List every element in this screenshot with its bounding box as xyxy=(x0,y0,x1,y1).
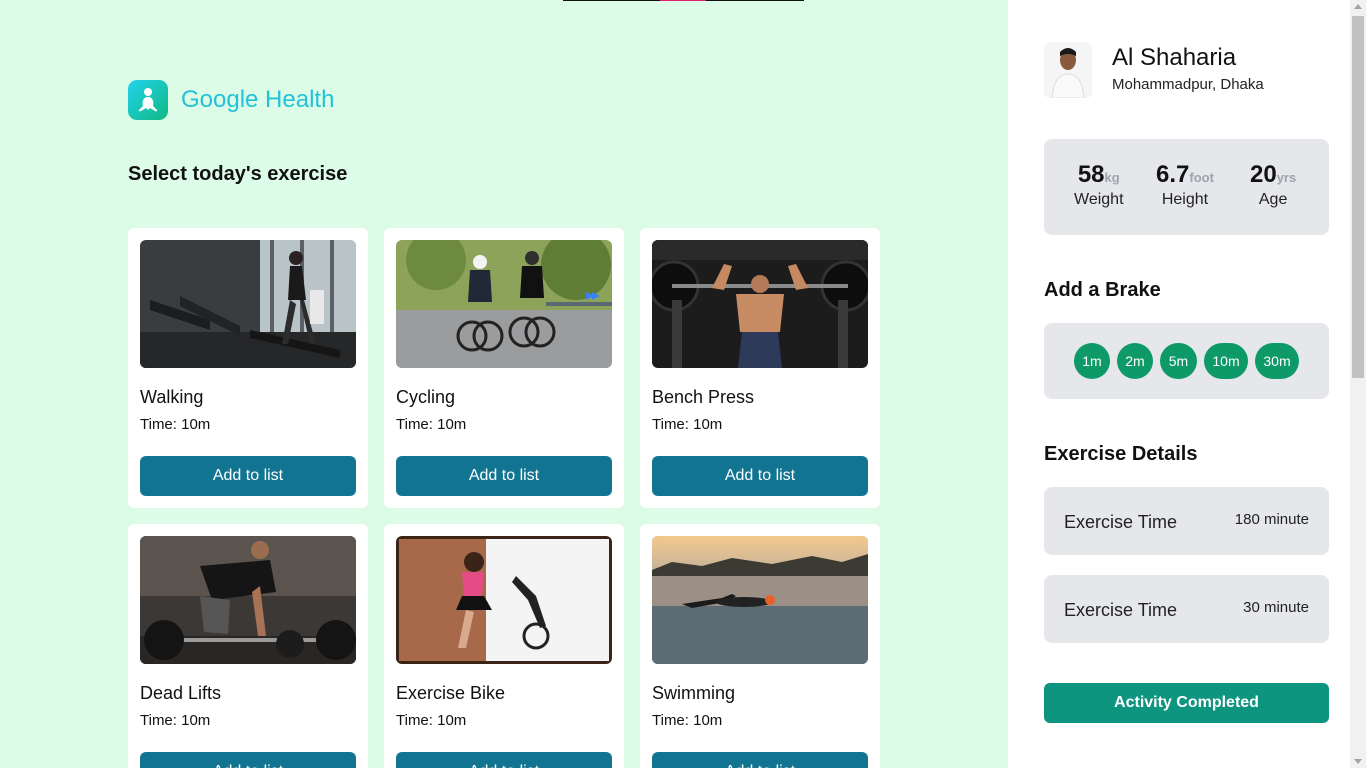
add-to-list-button[interactable]: Add to list xyxy=(652,752,868,768)
exercise-card: Walking Time: 10m Add to list xyxy=(128,228,368,508)
stat-age: 20yrs Age xyxy=(1250,161,1296,209)
exercise-time: Time: 10m xyxy=(396,712,467,729)
exercise-card: Exercise Bike Time: 10m Add to list xyxy=(384,524,624,768)
break-30m-button[interactable]: 30m xyxy=(1255,343,1299,379)
exercise-card: Swimming Time: 10m Add to list xyxy=(640,524,880,768)
scroll-up-arrow-icon[interactable] xyxy=(1354,4,1362,9)
add-to-list-button[interactable]: Add to list xyxy=(396,456,612,496)
exercise-bike-photo xyxy=(396,536,612,664)
exercise-time: Time: 10m xyxy=(140,416,211,433)
stat-value: 58 xyxy=(1077,161,1105,188)
activity-completed-button[interactable]: Activity Completed xyxy=(1044,683,1329,723)
add-to-list-button[interactable]: Add to list xyxy=(396,752,612,768)
exercise-time-row: Exercise Time 180 minute xyxy=(1044,487,1329,555)
exercise-name: Dead Lifts xyxy=(140,683,222,703)
detail-value: 30 minute xyxy=(1243,599,1309,616)
brand: Google Health xyxy=(128,80,334,120)
stat-label: Age xyxy=(1258,191,1288,208)
break-1m-button[interactable]: 1m xyxy=(1074,343,1110,379)
add-to-list-button[interactable]: Add to list xyxy=(140,752,356,768)
stat-unit: foot xyxy=(1189,170,1214,185)
meditation-icon xyxy=(128,80,168,120)
stat-unit: kg xyxy=(1104,170,1120,185)
exercise-name: Walking xyxy=(140,387,204,407)
exercise-name: Exercise Bike xyxy=(396,683,506,703)
stat-weight: 58kg Weight xyxy=(1074,161,1124,209)
detail-label: Exercise Time xyxy=(1064,600,1178,620)
stats-panel: 58kg Weight 6.7foot Height 20yrs Age xyxy=(1044,139,1329,235)
exercise-time: Time: 10m xyxy=(652,712,723,729)
details-title: Exercise Details xyxy=(1044,443,1198,465)
user-name: Al Shaharia xyxy=(1112,44,1237,71)
deadlift-photo xyxy=(140,536,356,664)
stat-value: 20 xyxy=(1250,161,1277,188)
bench-press-photo xyxy=(652,240,868,368)
stat-label: Weight xyxy=(1074,191,1124,208)
add-to-list-button[interactable]: Add to list xyxy=(140,456,356,496)
exercise-card: Bench Press Time: 10m Add to list xyxy=(640,228,880,508)
break-5m-button[interactable]: 5m xyxy=(1160,343,1197,379)
stat-value: 6.7 xyxy=(1156,161,1190,188)
swimming-photo xyxy=(652,536,868,664)
break-options: 1m 2m 5m 10m 30m xyxy=(1044,323,1329,399)
page-title: Select today's exercise xyxy=(128,163,348,185)
add-to-list-button[interactable]: Add to list xyxy=(652,456,868,496)
stat-label: Height xyxy=(1161,191,1209,208)
stat-unit: yrs xyxy=(1276,170,1297,185)
break-10m-button[interactable]: 10m xyxy=(1204,343,1248,379)
brand-name: Google Health xyxy=(181,86,335,113)
exercise-time: Time: 10m xyxy=(140,712,211,729)
user-location: Mohammadpur, Dhaka xyxy=(1112,76,1264,93)
stat-height: 6.7foot Height xyxy=(1156,161,1214,209)
cycling-photo xyxy=(396,240,612,368)
break-time-row: Exercise Time 30 minute xyxy=(1044,575,1329,643)
main-content: Google Health Select today's exercise Wa… xyxy=(0,0,1008,768)
top-accent-mark xyxy=(660,0,706,1)
exercise-name: Cycling xyxy=(396,387,456,407)
detail-value: 180 minute xyxy=(1234,511,1309,528)
exercise-time: Time: 10m xyxy=(396,416,467,433)
exercise-name: Swimming xyxy=(652,683,736,703)
scroll-thumb[interactable] xyxy=(1352,16,1364,378)
scrollbar[interactable] xyxy=(1350,0,1366,768)
avatar xyxy=(1044,42,1092,98)
treadmill-photo xyxy=(140,240,356,368)
break-title: Add a Brake xyxy=(1044,279,1161,301)
break-2m-button[interactable]: 2m xyxy=(1117,343,1153,379)
detail-label: Exercise Time xyxy=(1064,512,1178,532)
exercise-card: Cycling Time: 10m Add to list xyxy=(384,228,624,508)
exercise-name: Bench Press xyxy=(652,387,755,407)
exercise-time: Time: 10m xyxy=(652,416,723,433)
exercise-card: Dead Lifts Time: 10m Add to list xyxy=(128,524,368,768)
scroll-down-arrow-icon[interactable] xyxy=(1354,759,1362,764)
